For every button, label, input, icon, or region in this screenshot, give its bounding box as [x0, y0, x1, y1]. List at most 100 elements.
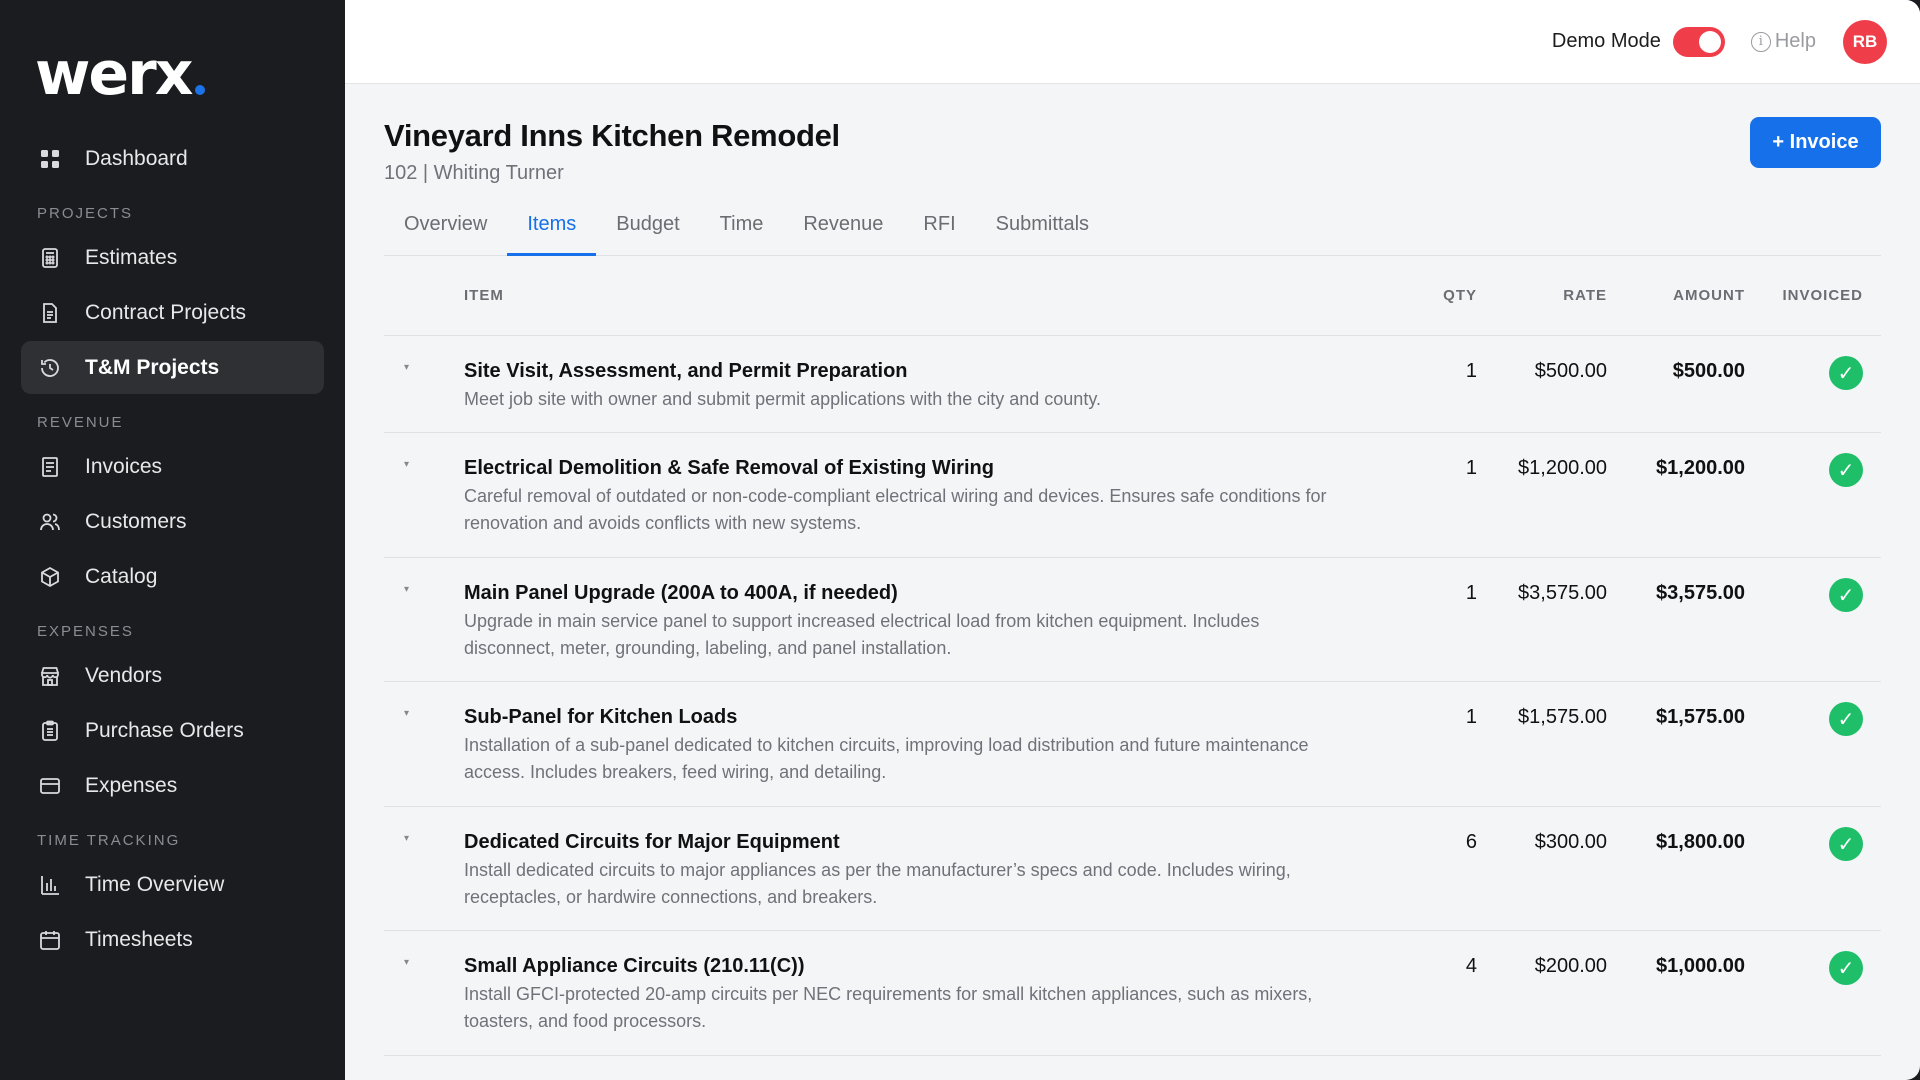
item-rate: $300.00 [1534, 831, 1607, 853]
table-header: ITEM QTY RATE AMOUNT INVOICED [384, 256, 1881, 336]
item-description: Install dedicated circuits to major appl… [464, 860, 1291, 907]
sidebar-item-label: Time Overview [85, 872, 225, 896]
table-row[interactable]: ▾ Dedicated Circuits for Major Equipment… [384, 807, 1881, 931]
bar-chart-icon [37, 872, 63, 898]
brand-logo-text: werx [35, 39, 193, 109]
section-label-time-tracking: TIME TRACKING [37, 832, 181, 849]
expand-chevron-icon[interactable]: ▾ [384, 580, 464, 595]
section-label-expenses: EXPENSES [37, 623, 134, 640]
item-name: Small Appliance Circuits (210.11(C)) [464, 955, 805, 977]
item-rate: $1,200.00 [1518, 457, 1607, 479]
item-description: Upgrade in main service panel to support… [464, 611, 1260, 658]
sidebar-item-dashboard[interactable]: Dashboard [21, 132, 324, 185]
item-rate: $500.00 [1534, 360, 1607, 382]
sidebar: werx Dashboard PROJECTS Estimates Contra… [0, 0, 345, 1080]
table-row[interactable]: ▾ Sub-Panel for Kitchen Loads Installati… [384, 682, 1881, 807]
sidebar-item-vendors[interactable]: Vendors [21, 649, 324, 702]
expand-chevron-icon[interactable]: ▾ [384, 829, 464, 844]
item-cell: Dedicated Circuits for Major Equipment I… [464, 829, 1377, 911]
tab-items[interactable]: Items [507, 209, 597, 256]
page-title: Vineyard Inns Kitchen Remodel [384, 118, 840, 153]
header-invoiced[interactable]: INVOICED [1745, 287, 1881, 304]
box-icon [37, 564, 63, 590]
sidebar-item-label: Purchase Orders [85, 718, 244, 742]
header-item[interactable]: ITEM [464, 287, 1377, 304]
item-amount: $3,575.00 [1656, 582, 1745, 604]
tab-overview[interactable]: Overview [384, 209, 507, 256]
sidebar-item-label: Estimates [85, 245, 178, 269]
invoiced-cell: ✓ [1745, 356, 1881, 390]
section-label-projects: PROJECTS [37, 205, 134, 222]
expand-chevron-icon[interactable]: ▾ [384, 358, 464, 373]
item-rate: $3,575.00 [1518, 582, 1607, 604]
sidebar-item-time-overview[interactable]: Time Overview [21, 858, 324, 911]
calendar-icon [37, 927, 63, 953]
table-row[interactable]: ▾ Main Panel Upgrade (200A to 400A, if n… [384, 558, 1881, 682]
item-name: Site Visit, Assessment, and Permit Prepa… [464, 360, 908, 382]
item-rate: $1,575.00 [1518, 706, 1607, 728]
item-amount: $500.00 [1672, 360, 1745, 382]
item-qty: 1 [1465, 706, 1477, 728]
item-cell: Electrical Demolition & Safe Removal of … [464, 455, 1377, 537]
invoiced-cell: ✓ [1745, 453, 1881, 487]
demo-mode-toggle[interactable] [1672, 26, 1725, 57]
check-icon: ✓ [1829, 453, 1863, 487]
project-tabs: Overview Items Budget Time Revenue RFI S… [384, 209, 1881, 256]
sidebar-item-label: Dashboard [85, 146, 188, 170]
tab-revenue[interactable]: Revenue [783, 209, 903, 256]
check-icon: ✓ [1829, 356, 1863, 390]
tab-submittals[interactable]: Submittals [976, 209, 1109, 256]
sidebar-item-label: Expenses [85, 773, 178, 797]
item-cell: Main Panel Upgrade (200A to 400A, if nee… [464, 580, 1377, 662]
check-icon: ✓ [1829, 702, 1863, 736]
table-row[interactable]: ▾ Site Visit, Assessment, and Permit Pre… [384, 336, 1881, 433]
item-name: Electrical Demolition & Safe Removal of … [464, 457, 994, 479]
sidebar-item-label: T&M Projects [85, 355, 220, 379]
expand-chevron-icon[interactable]: ▾ [384, 953, 464, 968]
tab-time[interactable]: Time [700, 209, 784, 256]
item-amount: $1,200.00 [1656, 457, 1745, 479]
table-row[interactable]: ▾ Electrical Demolition & Safe Removal o… [384, 433, 1881, 558]
invoiced-cell: ✓ [1745, 578, 1881, 612]
item-amount: $1,575.00 [1656, 706, 1745, 728]
check-icon: ✓ [1829, 951, 1863, 985]
main-panel: Demo Mode i Help RB Vineyard Inns Kitche… [345, 0, 1920, 1080]
header-rate[interactable]: RATE [1477, 287, 1607, 304]
item-cell: Sub-Panel for Kitchen Loads Installation… [464, 704, 1377, 786]
tab-rfi[interactable]: RFI [903, 209, 975, 256]
add-invoice-button[interactable]: + Invoice [1750, 117, 1881, 168]
section-label-revenue: REVENUE [37, 414, 124, 431]
project-subtitle: 102 | Whiting Turner [384, 162, 564, 184]
header-amount[interactable]: AMOUNT [1607, 287, 1745, 304]
sidebar-item-customers[interactable]: Customers [21, 495, 324, 548]
sidebar-item-estimates[interactable]: Estimates [21, 231, 324, 284]
table-row[interactable]: ▾ Small Appliance Circuits (210.11(C)) I… [384, 931, 1881, 1056]
card-icon [37, 773, 63, 799]
tab-budget[interactable]: Budget [596, 209, 699, 256]
receipt-icon [37, 454, 63, 480]
check-icon: ✓ [1829, 578, 1863, 612]
item-name: Dedicated Circuits for Major Equipment [464, 831, 840, 853]
info-icon: i [1750, 31, 1771, 52]
sidebar-item-purchase-orders[interactable]: Purchase Orders [21, 704, 324, 757]
history-icon [37, 355, 63, 381]
help-label: Help [1774, 30, 1816, 52]
sidebar-item-contract-projects[interactable]: Contract Projects [21, 286, 324, 339]
help-link[interactable]: i Help [1750, 30, 1816, 53]
user-avatar[interactable]: RB [1843, 19, 1887, 64]
sidebar-item-catalog[interactable]: Catalog [21, 550, 324, 603]
sidebar-item-tm-projects[interactable]: T&M Projects [21, 341, 324, 394]
expand-chevron-icon[interactable]: ▾ [384, 704, 464, 719]
toggle-knob [1698, 30, 1721, 53]
header-qty[interactable]: QTY [1377, 287, 1477, 304]
invoiced-cell: ✓ [1745, 951, 1881, 985]
sidebar-item-label: Contract Projects [85, 300, 247, 324]
expand-chevron-icon[interactable]: ▾ [384, 455, 464, 470]
sidebar-item-timesheets[interactable]: Timesheets [21, 913, 324, 966]
sidebar-item-expenses[interactable]: Expenses [21, 759, 324, 812]
sidebar-item-invoices[interactable]: Invoices [21, 440, 324, 493]
app-window: werx Dashboard PROJECTS Estimates Contra… [0, 0, 1920, 1080]
document-icon [37, 300, 63, 326]
item-description: Installation of a sub-panel dedicated to… [464, 735, 1309, 782]
brand-logo[interactable]: werx [21, 34, 324, 104]
